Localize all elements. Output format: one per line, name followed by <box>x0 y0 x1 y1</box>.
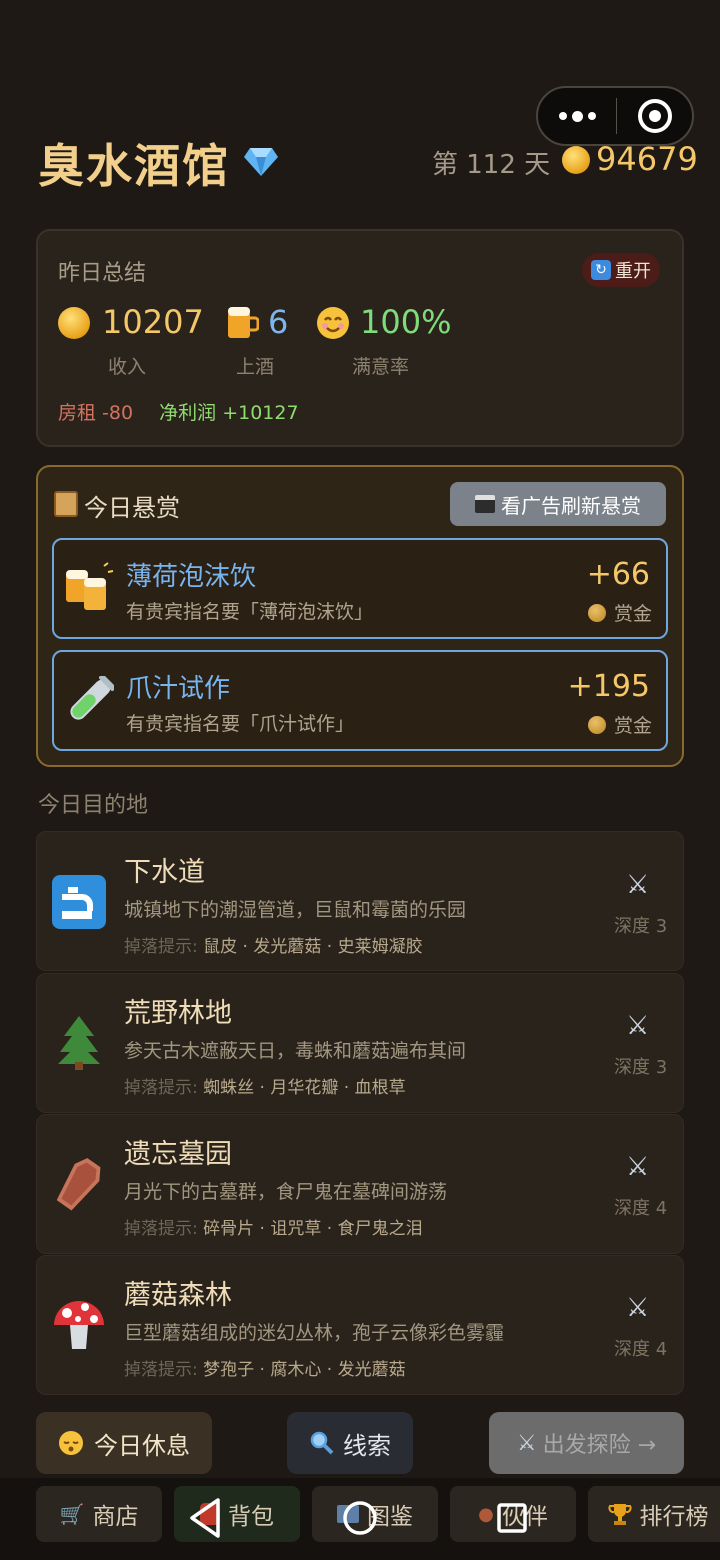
gold-amount: 94679 <box>596 140 698 178</box>
faucet-icon <box>52 875 106 929</box>
income-label: 收入 <box>108 356 147 378</box>
summary-title: 昨日总结 <box>58 261 147 286</box>
destination-name: 蘑菇森林 <box>124 1280 232 1311</box>
crossed-swords-icon: ⚔ <box>516 1430 537 1456</box>
tab-label: 商店 <box>92 1504 139 1530</box>
quest-desc: 有贵宾指名要「爪汁试作」 <box>126 713 355 735</box>
destination-depth: 深度 3 <box>614 916 668 937</box>
net-profit-text: 净利润 +10127 <box>159 402 299 424</box>
coffin-icon <box>56 1158 101 1211</box>
bounty-title: 今日悬赏 <box>84 494 180 522</box>
tab-leaderboard[interactable]: 排行榜 <box>588 1486 720 1542</box>
crossed-swords-icon: ⚔ <box>626 1011 650 1041</box>
destination-name: 遗忘墓园 <box>124 1139 232 1170</box>
destination-name: 下水道 <box>124 857 205 888</box>
destination-desc: 月光下的古墓群，食尸鬼在墓碑间游荡 <box>124 1181 448 1203</box>
tab-label: 图鉴 <box>367 1504 413 1530</box>
destination-desc: 巨型蘑菇组成的迷幻丛林，孢子云像彩色雾霾 <box>124 1322 505 1344</box>
income-coin-icon <box>58 307 90 339</box>
explore-label: 出发探险 → <box>542 1433 657 1458</box>
destination-depth: 深度 3 <box>614 1057 668 1078</box>
more-menu-button[interactable] <box>538 88 616 144</box>
quest-name: 薄荷泡沫饮 <box>126 562 257 592</box>
tab-companions[interactable]: ● 伙伴 <box>450 1486 576 1542</box>
destination-drops: 掉落提示: 碎骨片 · 诅咒草 · 食尸鬼之泪 <box>124 1219 423 1239</box>
clue-label: 线索 <box>343 1431 391 1460</box>
destinations-heading: 今日目的地 <box>38 793 149 818</box>
clapperboard-icon <box>475 495 495 513</box>
quest-reward-label: 赏金 <box>587 599 652 626</box>
served-label: 上酒 <box>236 356 275 378</box>
destination-drops: 掉落提示: 蜘蛛丝 · 月华花瓣 · 血根草 <box>124 1078 406 1098</box>
profit-line: 房租 -80 净利润 +10127 <box>58 398 299 425</box>
restart-button[interactable]: ↻ 重开 <box>582 253 660 287</box>
restart-label: 重开 <box>615 261 651 282</box>
mini-program-capsule <box>536 86 694 146</box>
paw-icon: ● <box>478 1503 494 1525</box>
sleeping-face-icon <box>59 1431 83 1455</box>
destination-desc: 城镇地下的潮湿管道，巨鼠和霉菌的乐园 <box>124 899 467 921</box>
destination-drops: 掉落提示: 梦孢子 · 腐木心 · 发光蘑菇 <box>124 1360 406 1380</box>
trophy-icon <box>607 1504 632 1525</box>
tab-codex[interactable]: 图鉴 <box>312 1486 438 1542</box>
clue-button[interactable]: 线索 <box>287 1412 413 1474</box>
book-icon <box>337 1505 359 1523</box>
close-target-button[interactable] <box>617 99 692 133</box>
backpack-icon <box>200 1503 220 1525</box>
satisfaction-value: 100% <box>360 303 452 341</box>
quest-name: 爪汁试作 <box>126 674 231 704</box>
destination-depth: 深度 4 <box>614 1198 668 1219</box>
destination-drops: 掉落提示: 鼠皮 · 发光蘑菇 · 史莱姆凝胶 <box>124 937 423 957</box>
crossed-swords-icon: ⚔ <box>626 870 650 900</box>
tab-label: 背包 <box>228 1504 274 1530</box>
rest-label: 今日休息 <box>94 1431 190 1460</box>
test-tube-icon <box>70 676 114 720</box>
coin-icon <box>587 603 606 622</box>
coin-icon <box>587 715 606 734</box>
destination-name: 荒野林地 <box>124 998 232 1029</box>
coin-icon <box>562 146 590 174</box>
destination-desc: 参天古木遮蔽天日，毒蛛和蘑菇遍布其间 <box>124 1040 467 1062</box>
satisfaction-label: 满意率 <box>352 356 410 378</box>
diamond-icon <box>244 148 278 176</box>
crossed-swords-icon: ⚔ <box>626 1293 650 1323</box>
income-value: 10207 <box>102 303 204 341</box>
cheers-icon <box>66 562 114 610</box>
served-value: 6 <box>268 303 289 341</box>
tab-shop[interactable]: 🛒 商店 <box>36 1486 162 1542</box>
beer-icon <box>228 307 259 338</box>
start-expedition-button[interactable]: ⚔ 出发探险 → <box>489 1412 684 1474</box>
target-icon <box>637 99 672 133</box>
refresh-bounty-button[interactable]: 看广告刷新悬赏 <box>450 482 666 526</box>
rent-text: 房租 -80 <box>58 402 134 424</box>
tavern-title: 臭水酒馆 <box>38 139 230 193</box>
refresh-icon: ↻ <box>591 260 611 280</box>
mushroom-icon <box>54 1301 104 1349</box>
tab-label: 排行榜 <box>639 1504 709 1530</box>
magnifier-icon <box>310 1431 334 1455</box>
quest-reward-label: 赏金 <box>587 711 652 738</box>
tab-backpack[interactable]: 背包 <box>174 1486 300 1542</box>
destination-depth: 深度 4 <box>614 1339 668 1360</box>
crossed-swords-icon: ⚔ <box>626 1152 650 1182</box>
quest-desc: 有贵宾指名要「薄荷泡沫饮」 <box>126 601 374 623</box>
rest-today-button[interactable]: 今日休息 <box>36 1412 212 1474</box>
tab-label: 伙伴 <box>501 1504 548 1530</box>
quest-reward: +66 <box>586 557 650 592</box>
pine-tree-icon <box>58 1016 100 1070</box>
refresh-bounty-label: 看广告刷新悬赏 <box>501 493 641 518</box>
smile-face-icon <box>317 307 349 339</box>
cart-icon: 🛒 <box>59 1502 85 1526</box>
day-counter: 第 112 天 <box>432 150 551 180</box>
scroll-icon <box>54 491 78 517</box>
quest-reward: +195 <box>567 669 650 704</box>
